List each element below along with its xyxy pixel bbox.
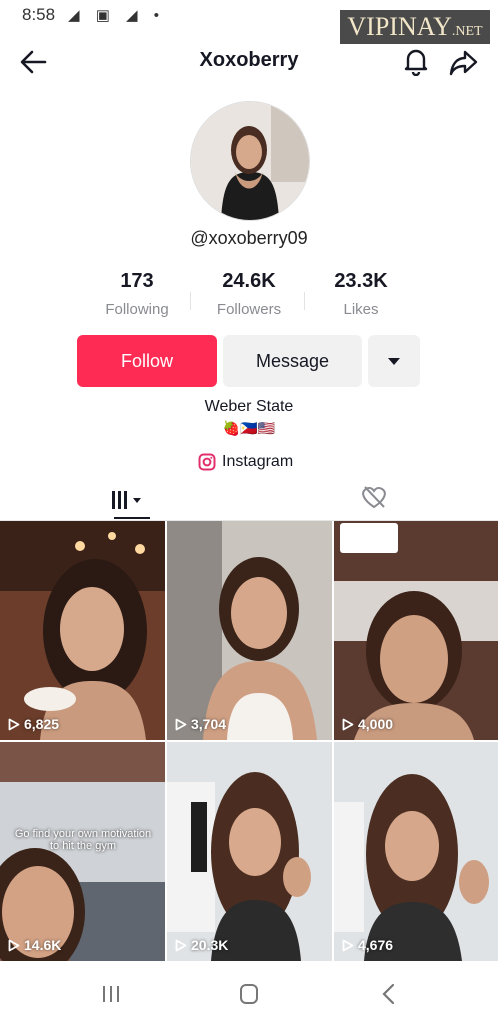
instagram-icon	[198, 453, 216, 471]
status-time: 8:58	[22, 5, 56, 24]
play-icon	[342, 939, 354, 951]
stat-value: 23.3K	[334, 270, 388, 292]
play-icon	[175, 718, 187, 730]
follow-button[interactable]: Follow	[77, 335, 217, 387]
view-count: 20.3K	[175, 937, 228, 953]
stat-followers[interactable]: 24.6K Followers	[189, 270, 309, 318]
view-count-text: 6,825	[24, 716, 60, 732]
video-thumbnail	[334, 742, 498, 961]
avatar-photo	[191, 102, 309, 220]
stat-label: Likes	[343, 301, 379, 318]
view-count-text: 4,676	[358, 937, 394, 953]
stat-value: 173	[120, 270, 154, 292]
play-icon	[8, 939, 20, 951]
reply-comment-sticker	[340, 523, 398, 553]
videos-grid-tab-icon[interactable]	[88, 481, 156, 519]
view-count-text: 20.3K	[191, 937, 229, 953]
share-icon[interactable]	[448, 48, 478, 76]
bio-emoji: 🍓🇵🇭🇺🇸	[222, 420, 276, 436]
video-thumbnail	[0, 521, 165, 740]
view-count-text: 3,704	[191, 716, 227, 732]
video-thumbnail	[167, 742, 332, 961]
instagram-label: Instagram	[222, 453, 294, 470]
video-tile[interactable]: 6,825	[0, 521, 165, 740]
video-tile[interactable]: 4,676	[334, 742, 498, 961]
view-count: 14.6K	[8, 937, 61, 953]
video-thumbnail	[167, 521, 332, 740]
active-tab-indicator	[114, 517, 150, 519]
video-grid: 6,825 3,704 4,000 Go find your own motiv…	[0, 521, 498, 963]
video-thumbnail	[334, 521, 498, 740]
back-nav-icon[interactable]	[374, 982, 404, 1006]
recent-apps-icon[interactable]	[96, 982, 126, 1006]
avatar[interactable]	[190, 101, 310, 221]
stat-label: Following	[105, 301, 169, 318]
watermark-logo: VIPINAY.NET	[340, 10, 490, 44]
view-count: 3,704	[175, 716, 226, 732]
bell-icon[interactable]	[402, 46, 430, 76]
video-tile[interactable]: 4,000	[334, 521, 498, 740]
view-count: 4,000	[342, 716, 393, 732]
instagram-link[interactable]: Instagram	[198, 451, 293, 473]
profile-username: @xoxoberry09	[190, 228, 308, 248]
stat-likes[interactable]: 23.3K Likes	[301, 270, 421, 318]
view-count: 6,825	[8, 716, 59, 732]
caret-down-icon	[388, 358, 400, 365]
liked-videos-hidden-icon[interactable]	[358, 483, 390, 511]
stat-value: 24.6K	[222, 270, 276, 292]
system-nav-bar	[0, 964, 498, 1024]
view-count-text: 4,000	[358, 716, 394, 732]
video-tile[interactable]: 3,704	[167, 521, 332, 740]
profile-tabs	[0, 475, 498, 521]
status-icons: ◢ ▣ ◢ •	[68, 7, 165, 24]
play-icon	[175, 939, 187, 951]
stat-label: Followers	[216, 301, 282, 318]
suggested-accounts-button[interactable]	[368, 335, 420, 387]
video-caption: Go find your own motivation to hit the g…	[14, 828, 152, 852]
play-icon	[342, 718, 354, 730]
profile-bio: Weber State	[204, 398, 294, 415]
message-button[interactable]: Message	[223, 335, 362, 387]
home-icon[interactable]	[234, 982, 264, 1006]
stat-following[interactable]: 173 Following	[77, 270, 197, 318]
view-count: 4,676	[342, 937, 393, 953]
top-bar: Xoxoberry	[0, 40, 498, 84]
play-icon	[8, 718, 20, 730]
view-count-text: 14.6K	[24, 937, 62, 953]
video-tile[interactable]: Go find your own motivation to hit the g…	[0, 742, 165, 961]
video-tile[interactable]: 20.3K	[167, 742, 332, 961]
